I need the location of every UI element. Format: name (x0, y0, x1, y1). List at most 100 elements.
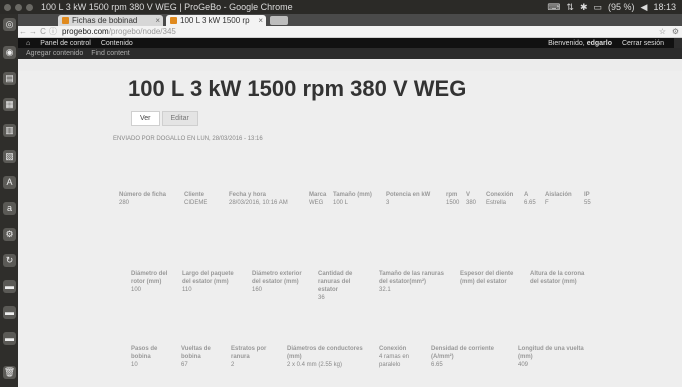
tab-current[interactable]: 100 L 3 kW 1500 rp × (166, 15, 266, 26)
field-value: 100 L (333, 200, 349, 206)
settings-icon[interactable]: ⚙ (3, 228, 16, 241)
field-value: 4 ramas en paralelo (379, 354, 410, 368)
dash-icon[interactable]: ◎ (3, 18, 16, 31)
system-top-bar: 100 L 3 kW 1500 rpm 380 V WEG | ProGeBo … (0, 0, 682, 14)
volume-icon[interactable]: ◀ (641, 2, 648, 13)
field-label: Conexión (379, 346, 407, 352)
field-value: F (545, 200, 549, 206)
clock[interactable]: 18:13 (653, 2, 676, 12)
bookmark-star-icon[interactable]: ☆ (659, 27, 666, 36)
keyboard-icon[interactable]: ⌨ (547, 2, 560, 13)
field-label: Espesor del diente (mm) del estator (460, 271, 514, 285)
add-content-link[interactable]: Agregar contenido (26, 50, 83, 57)
drive-icon-2[interactable]: ▬ (3, 306, 16, 319)
window-controls[interactable] (4, 3, 33, 11)
field-value: CIDEME (184, 200, 208, 206)
page-content: 100 L 3 kW 1500 rpm 380 V WEG Ver Editar… (18, 71, 682, 387)
new-tab-button[interactable] (270, 16, 288, 25)
page-tabs: Ver Editar (131, 111, 198, 126)
field-label: Diámetros de conductores (mm) (287, 346, 363, 360)
maximize-window-icon[interactable] (26, 3, 33, 11)
address-bar[interactable]: ← → C ⓘ progebo.com/progebo/node/345 ☆ ⚙ (18, 26, 682, 38)
network-icon[interactable]: ⇅ (566, 2, 574, 13)
field-label: Conexión (486, 192, 514, 198)
field-label: Tamaño de las ranuras del estator(mm²) (379, 271, 444, 285)
chrome-window: Fichas de bobinad × 100 L 3 kW 1500 rp ×… (18, 14, 682, 387)
extension-icon[interactable]: ⚙ (672, 27, 679, 36)
url-text[interactable]: progebo.com/progebo/node/345 (62, 27, 656, 36)
field-label: Fecha y hora (229, 192, 267, 198)
field-label: Estratos por ranura (231, 346, 267, 360)
calc-icon[interactable]: ▥ (3, 124, 16, 137)
system-tray[interactable]: ⌨ ⇅ ✱ ▭ (95 %) ◀ 18:13 (547, 2, 682, 13)
back-icon[interactable]: ← (18, 27, 28, 36)
impress-icon[interactable]: ▧ (3, 150, 16, 163)
field-value: 1500 (446, 200, 460, 206)
field-value: 32.1 (379, 287, 391, 293)
field-label: Diámetro del rotor (mm) (131, 271, 168, 285)
tab-close-icon[interactable]: × (258, 15, 263, 26)
favicon-icon (170, 17, 177, 24)
field-value: 280 (119, 200, 130, 206)
field-label: Cliente (184, 192, 205, 198)
forward-icon[interactable]: → (28, 27, 38, 36)
field-value: 409 (518, 362, 529, 368)
bluetooth-icon[interactable]: ✱ (580, 2, 588, 13)
window-title: 100 L 3 kW 1500 rpm 380 V WEG | ProGeBo … (41, 2, 293, 12)
submitted-info: ENVIADO POR DOGALLO EN LUN, 28/03/2016 -… (113, 136, 263, 142)
field-value: 3 (386, 200, 390, 206)
software-center-icon[interactable]: A (3, 176, 16, 189)
toolbar-dashboard-link[interactable]: Panel de control (40, 40, 91, 47)
welcome-text: Bienvenido, edgarlo (548, 39, 612, 47)
field-value: WEG (309, 200, 324, 206)
tab-fichas[interactable]: Fichas de bobinad × (58, 15, 163, 26)
field-label: Densidad de corriente (A/mm²) (431, 346, 495, 360)
field-value: 380 (466, 200, 477, 206)
tab-edit[interactable]: Editar (161, 111, 198, 126)
field-value: 6.65 (524, 200, 536, 206)
update-icon[interactable]: ↻ (3, 254, 16, 267)
minimize-window-icon[interactable] (15, 3, 22, 11)
field-value: 10 (131, 362, 138, 368)
toolbar-content-link[interactable]: Contenido (101, 40, 133, 47)
field-label: Potencia en kW (386, 192, 431, 198)
close-window-icon[interactable] (4, 3, 11, 11)
unity-launcher: ◎ ◉ ▤ ▦ ▥ ▧ A a ⚙ ↻ ▬ ▬ ▬ 🗑 (0, 14, 18, 387)
tab-close-icon[interactable]: × (155, 15, 160, 26)
amazon-icon[interactable]: a (3, 202, 16, 215)
battery-icon[interactable]: ▭ (594, 2, 603, 13)
drive-icon-3[interactable]: ▬ (3, 332, 16, 345)
field-value: Estrella (486, 200, 507, 206)
field-label: Aislación (545, 192, 572, 198)
page-title: 100 L 3 kW 1500 rpm 380 V WEG (128, 76, 467, 101)
chrome-icon[interactable]: ◉ (3, 46, 16, 59)
trash-icon[interactable]: 🗑 (3, 366, 16, 379)
field-label: V (466, 192, 471, 198)
field-value: 55 (584, 200, 591, 206)
field-value: 6.65 (431, 362, 443, 368)
files-icon[interactable]: ▤ (3, 72, 16, 85)
row-1: Número de ficha 280 Cliente CIDEME Fecha y… (18, 191, 682, 221)
field-label: Longitud de una vuelta (mm) (518, 346, 584, 360)
field-value: 160 (252, 287, 263, 293)
find-content-link[interactable]: Find content (91, 50, 130, 57)
field-value: 67 (181, 362, 188, 368)
row-3: Pasos de bobina 10 Vueltas de bobina 67 Es… (18, 345, 682, 385)
field-value: 2 x 0.4 mm (2.55 kg) (287, 362, 343, 368)
field-label: Diámetro exterior del estator (mm) (252, 271, 302, 285)
writer-icon[interactable]: ▦ (3, 98, 16, 111)
favicon-icon (62, 17, 69, 24)
tab-view[interactable]: Ver (131, 111, 160, 126)
field-label: Altura de la corona del estator (mm) (530, 271, 585, 285)
toolbar-toggle-button[interactable] (674, 38, 682, 48)
logout-link[interactable]: Cerrar sesión (622, 40, 664, 47)
info-icon[interactable]: ⓘ (48, 26, 58, 37)
drive-icon-1[interactable]: ▬ (3, 280, 16, 293)
row-2: Diámetro del rotor (mm) 100 Largo del paq… (18, 270, 682, 320)
reload-icon[interactable]: C (38, 27, 48, 36)
field-label: Marca (309, 192, 327, 198)
field-label: IP (584, 192, 590, 198)
field-label: Pasos de bobina (131, 346, 158, 360)
home-icon[interactable]: ⌂ (26, 40, 30, 47)
field-label: rpm (446, 192, 458, 198)
